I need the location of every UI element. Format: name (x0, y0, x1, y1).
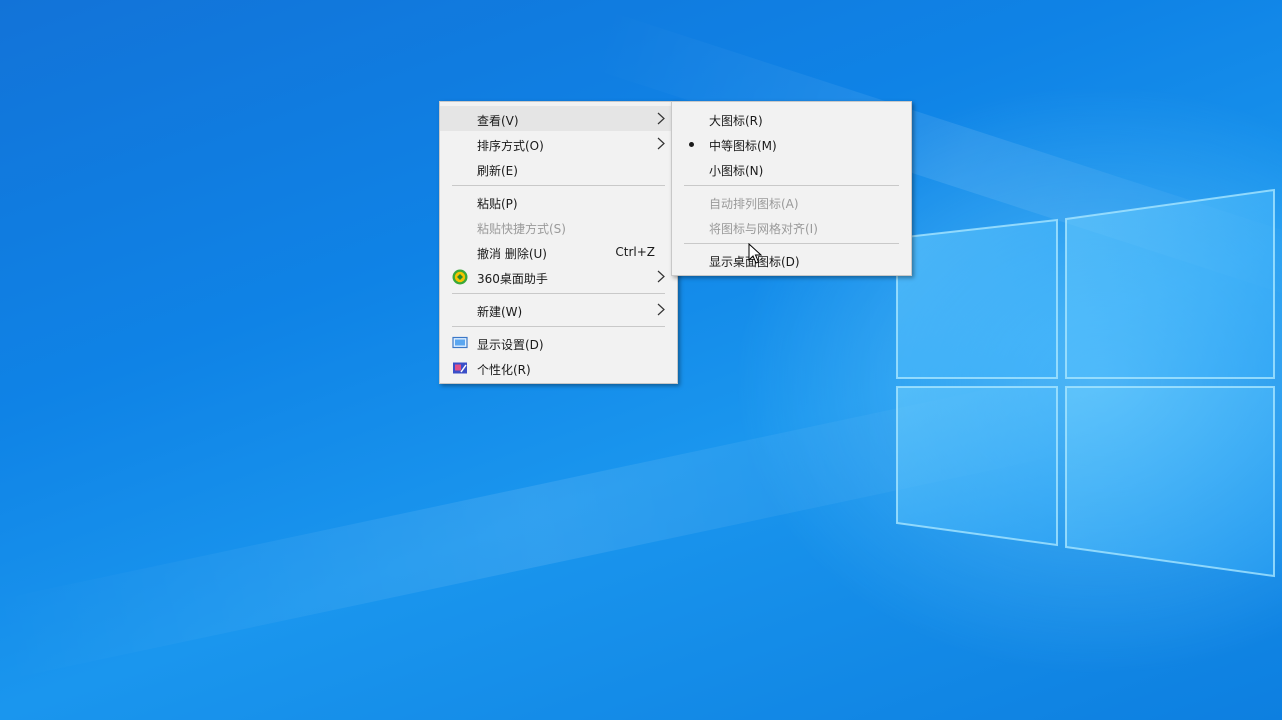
menu-separator (452, 293, 665, 294)
submenu-item-medium-icons[interactable]: 中等图标(M) (672, 131, 911, 156)
menu-item-paste-shortcut[interactable]: 粘贴快捷方式(S) (440, 214, 677, 239)
menu-item-display-settings[interactable]: 显示设置(D) (440, 330, 677, 355)
menu-separator (452, 185, 665, 186)
shortcut-hint: Ctrl+Z (615, 245, 655, 259)
chevron-right-icon (657, 270, 665, 283)
view-submenu: 大图标(R) 中等图标(M) 小图标(N) 自动排列图标(A) 将图标与网格对齐… (671, 101, 912, 276)
mouse-cursor-icon (748, 243, 762, 264)
menu-item-paste[interactable]: 粘贴(P) (440, 189, 677, 214)
menu-item-undo-delete[interactable]: 撤消 删除(U) Ctrl+Z (440, 239, 677, 264)
menu-separator (452, 326, 665, 327)
submenu-item-auto-arrange[interactable]: 自动排列图标(A) (672, 189, 911, 214)
360-desktop-assistant-icon (452, 269, 468, 285)
chevron-right-icon (657, 303, 665, 316)
display-settings-icon (452, 336, 468, 349)
menu-item-view[interactable]: 查看(V) (440, 106, 677, 131)
chevron-right-icon (657, 112, 665, 125)
menu-item-sort-by[interactable]: 排序方式(O) (440, 131, 677, 156)
personalize-icon (453, 362, 467, 374)
menu-item-refresh[interactable]: 刷新(E) (440, 156, 677, 181)
desktop-context-menu: 查看(V) 排序方式(O) 刷新(E) 粘贴(P) 粘贴快捷方式(S) 撤消 删… (439, 101, 678, 384)
menu-item-new[interactable]: 新建(W) (440, 297, 677, 322)
submenu-item-show-desktop-icons[interactable]: 显示桌面图标(D) (672, 247, 911, 272)
menu-item-360-desktop-assistant[interactable]: 360桌面助手 (440, 264, 677, 289)
menu-separator (684, 243, 899, 244)
submenu-item-small-icons[interactable]: 小图标(N) (672, 156, 911, 181)
menu-item-personalize[interactable]: 个性化(R) (440, 355, 677, 380)
chevron-right-icon (657, 137, 665, 150)
submenu-item-large-icons[interactable]: 大图标(R) (672, 106, 911, 131)
selected-bullet-icon (689, 142, 694, 147)
submenu-item-align-to-grid[interactable]: 将图标与网格对齐(I) (672, 214, 911, 239)
menu-separator (684, 185, 899, 186)
